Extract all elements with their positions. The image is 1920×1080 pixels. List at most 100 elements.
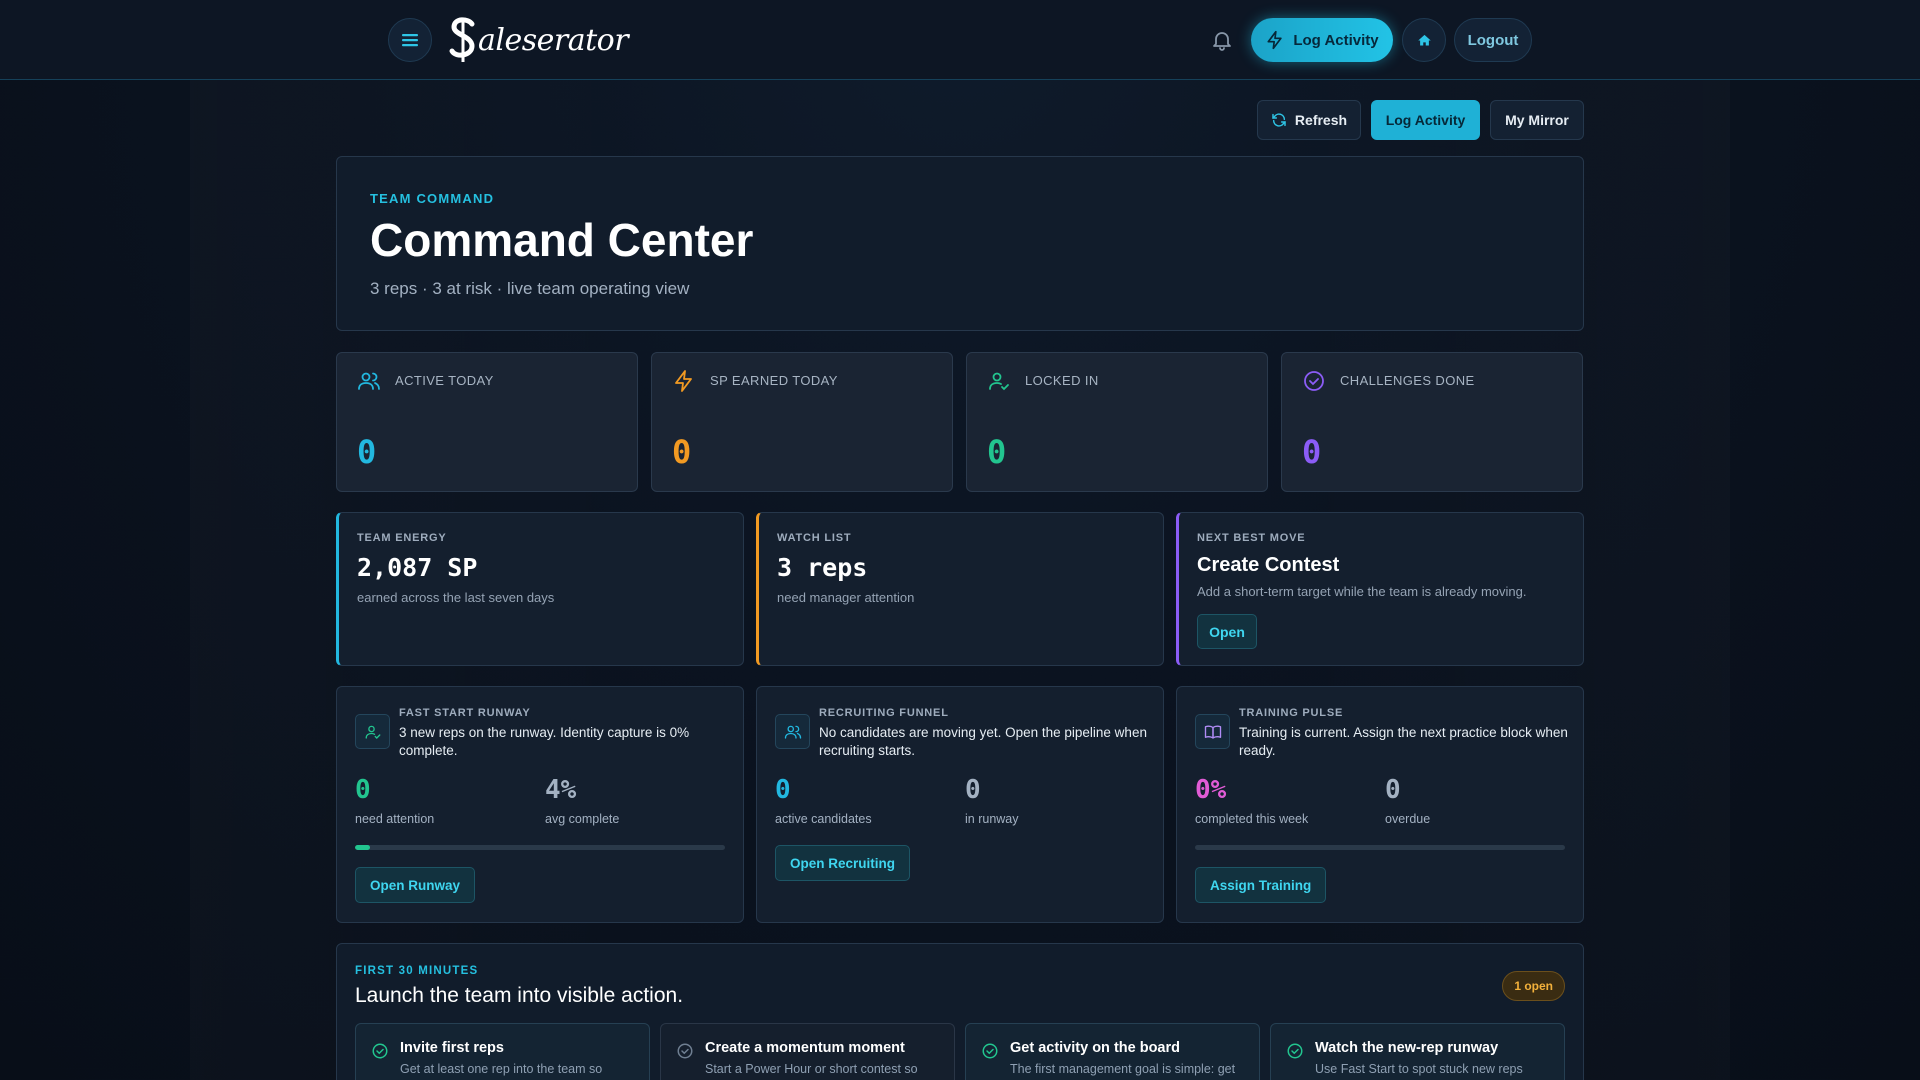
runway-progress-fill: [355, 845, 370, 850]
task-description: Use Fast Start to spot stuck new reps: [1315, 1062, 1523, 1076]
card-description: Add a short-term target while the team i…: [1197, 584, 1527, 599]
home-button[interactable]: [1402, 18, 1446, 62]
avg-complete-value: 4%: [545, 775, 577, 805]
task-description: The first management goal is simple: get: [1010, 1062, 1236, 1076]
first30-title: Launch the team into visible action.: [355, 984, 684, 1007]
assign-training-button[interactable]: Assign Training: [1195, 867, 1327, 903]
active-candidates-value: 0: [775, 775, 791, 805]
logo-s-mark: [449, 17, 475, 62]
nav-log-activity-button[interactable]: Log Activity: [1251, 18, 1393, 62]
open-count-badge: 1 open: [1502, 971, 1565, 1001]
stat-label: CHALLENGES DONE: [1340, 373, 1475, 388]
next-best-move-title: Create Contest: [1197, 554, 1340, 576]
card-eyebrow: TRAINING PULSE: [1239, 707, 1344, 719]
bell-icon: [1213, 32, 1231, 51]
runway-progress-bar: [355, 845, 725, 850]
stat-value: 0: [987, 433, 1007, 471]
task-momentum-moment[interactable]: Create a momentum moment Start a Power H…: [660, 1023, 955, 1080]
refresh-icon: [1272, 113, 1286, 127]
card-eyebrow: FAST START RUNWAY: [399, 707, 531, 719]
need-attention-label: need attention: [355, 812, 435, 826]
menu-button[interactable]: [388, 18, 432, 62]
stat-locked-in: LOCKED IN 0: [966, 352, 1268, 492]
card-eyebrow: RECRUITING FUNNEL: [819, 707, 949, 719]
icon-box: [1195, 714, 1230, 749]
need-attention-value: 0: [355, 775, 371, 805]
user-check-icon: [365, 725, 380, 739]
card-text: No candidates are moving yet. Open the p…: [819, 725, 1147, 758]
in-runway-value: 0: [965, 775, 981, 805]
team-energy-value: 2,087 SP: [357, 553, 478, 582]
card-eyebrow: NEXT BEST MOVE: [1197, 532, 1306, 544]
open-runway-button[interactable]: Open Runway: [355, 867, 476, 903]
card-text: Training is current. Assign the next pra…: [1239, 725, 1568, 758]
first-30-minutes-card: FIRST 30 MINUTES Launch the team into vi…: [336, 943, 1584, 1080]
task-title: Get activity on the board: [1010, 1040, 1180, 1056]
task-invite-reps[interactable]: Invite first reps Get at least one rep i…: [355, 1023, 650, 1080]
check-circle-icon: [1304, 371, 1324, 391]
stat-label: LOCKED IN: [1025, 373, 1099, 388]
logo-wordmark: aleserator: [478, 22, 629, 58]
overdue-value: 0: [1385, 775, 1401, 805]
check-circle-icon: [372, 1043, 388, 1059]
stat-value: 0: [357, 433, 377, 471]
card-description: need manager attention: [777, 590, 915, 605]
task-description: Get at least one rep into the team so: [400, 1062, 603, 1076]
next-best-move-card: NEXT BEST MOVE Create Contest Add a shor…: [1176, 512, 1584, 666]
task-new-rep-runway[interactable]: Watch the new-rep runway Use Fast Start …: [1270, 1023, 1565, 1080]
stat-active-today: ACTIVE TODAY 0: [336, 352, 638, 492]
icon-box: [355, 714, 390, 749]
stat-sp-earned: SP EARNED TODAY 0: [651, 352, 953, 492]
stat-value: 0: [1302, 433, 1322, 471]
notifications-button[interactable]: [1210, 28, 1234, 52]
in-runway-label: in runway: [965, 812, 1019, 826]
check-circle-icon: [982, 1043, 998, 1059]
first30-eyebrow: FIRST 30 MINUTES: [355, 965, 479, 977]
check-circle-outline-icon: [677, 1043, 693, 1059]
user-check-icon: [989, 372, 1009, 391]
hamburger-icon: [402, 34, 418, 47]
task-description: Start a Power Hour or short contest so: [705, 1062, 918, 1076]
refresh-button[interactable]: Refresh: [1257, 100, 1361, 140]
bolt-icon: [675, 370, 692, 392]
training-pulse-card: TRAINING PULSE Training is current. Assi…: [1176, 686, 1584, 923]
hero-eyebrow: TEAM COMMAND: [370, 191, 495, 206]
brand-logo[interactable]: aleserator: [448, 14, 629, 66]
stat-challenges-done: CHALLENGES DONE 0: [1281, 352, 1583, 492]
page-title: Command Center: [370, 214, 754, 266]
top-nav: aleserator Log Activity Logout: [0, 0, 1920, 80]
task-title: Create a momentum moment: [705, 1040, 905, 1056]
open-recruiting-button[interactable]: Open Recruiting: [775, 845, 911, 881]
card-description: earned across the last seven days: [357, 590, 555, 605]
hero-subtitle: 3 reps · 3 at risk · live team operating…: [370, 279, 690, 298]
book-open-icon: [1204, 725, 1221, 739]
home-icon: [1417, 34, 1431, 45]
logout-button[interactable]: Logout: [1454, 18, 1532, 62]
completed-this-week-value: 0%: [1195, 775, 1227, 805]
avg-complete-label: avg complete: [545, 812, 620, 826]
my-mirror-button[interactable]: My Mirror: [1490, 100, 1584, 140]
check-circle-icon: [1287, 1043, 1303, 1059]
open-button[interactable]: Open: [1197, 614, 1257, 649]
stat-label: SP EARNED TODAY: [710, 373, 838, 388]
hero-card: TEAM COMMAND Command Center 3 reps · 3 a…: [336, 156, 1584, 331]
card-text: 3 new reps on the runway. Identity captu…: [399, 725, 690, 758]
users-icon: [784, 725, 801, 739]
card-eyebrow: TEAM ENERGY: [357, 532, 447, 544]
task-activity-board[interactable]: Get activity on the board The first mana…: [965, 1023, 1260, 1080]
stat-label: ACTIVE TODAY: [395, 373, 494, 388]
users-icon: [358, 372, 380, 390]
stat-value: 0: [672, 433, 692, 471]
card-eyebrow: WATCH LIST: [777, 532, 852, 544]
icon-box: [775, 714, 810, 749]
completed-this-week-label: completed this week: [1195, 812, 1309, 826]
log-activity-button[interactable]: Log Activity: [1371, 100, 1480, 140]
nav-log-activity-label: Log Activity: [1293, 31, 1379, 49]
watch-list-card: WATCH LIST 3 reps need manager attention: [756, 512, 1164, 666]
team-energy-card: TEAM ENERGY 2,087 SP earned across the l…: [336, 512, 744, 666]
watch-list-value: 3 reps: [777, 553, 868, 582]
fast-start-runway-card: FAST START RUNWAY 3 new reps on the runw…: [336, 686, 744, 923]
training-progress-bar: [1195, 845, 1565, 850]
overdue-label: overdue: [1385, 812, 1431, 826]
refresh-label: Refresh: [1294, 112, 1348, 128]
